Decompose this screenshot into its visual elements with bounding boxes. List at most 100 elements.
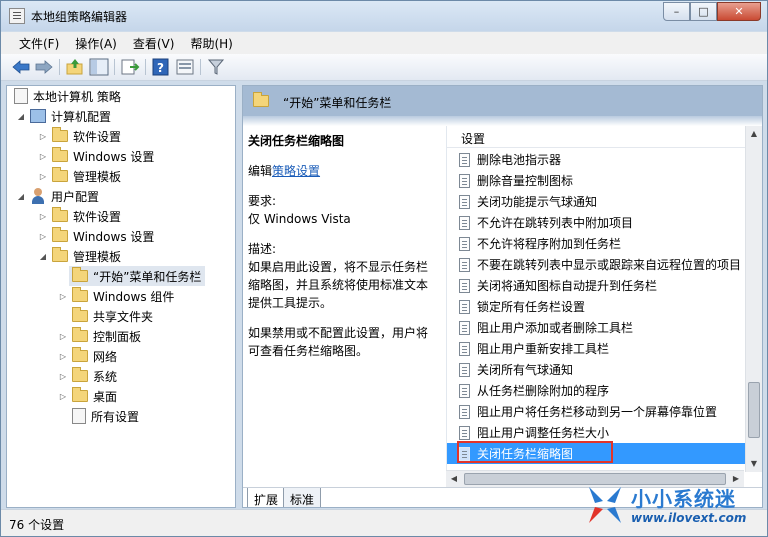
policy-tree[interactable]: 本地计算机 策略 ◢ 计算机配置 ▷ 软件设置 ▷ Windows 设置 ▷ 管…: [6, 85, 236, 508]
requirements: 要求: 仅 Windows Vista: [248, 192, 437, 228]
setting-row[interactable]: 锁定所有任务栏设置: [447, 296, 745, 317]
help-icon[interactable]: ?: [151, 58, 171, 76]
filter-icon[interactable]: [206, 58, 226, 76]
tree-label: 用户配置: [51, 189, 100, 204]
setting-row[interactable]: 阻止用户调整任务栏大小: [447, 422, 745, 443]
setting-row[interactable]: 不要在跳转列表中显示或跟踪来自远程位置的项目: [447, 254, 745, 275]
watermark-title: 小小系统迷: [631, 487, 736, 511]
export-list-icon[interactable]: [120, 58, 140, 76]
folder-icon: [72, 307, 88, 322]
collapse-arrow-icon[interactable]: ◢: [37, 252, 49, 261]
policy-setting-icon: [459, 278, 470, 293]
tab-standard[interactable]: 标准: [283, 488, 322, 507]
description-text-1: 如果启用此设置，将不显示任务栏缩略图，并且系统将使用标准文本提供工具提示。: [248, 260, 429, 310]
tree-item-windows-components[interactable]: ▷ Windows 组件: [57, 286, 174, 306]
setting-row[interactable]: 阻止用户将任务栏移动到另一个屏幕停靠位置: [447, 401, 745, 422]
scroll-left-icon[interactable]: ◀: [446, 471, 462, 487]
tree-item-user-config[interactable]: ◢ 用户配置: [15, 186, 99, 206]
tree-item-user-admin[interactable]: ◢ 管理模板: [37, 246, 121, 266]
scroll-thumb[interactable]: [748, 382, 760, 438]
scroll-down-icon[interactable]: ▼: [746, 456, 762, 472]
expand-arrow-icon[interactable]: ▷: [37, 212, 49, 221]
tree-item-local-computer-policy[interactable]: 本地计算机 策略: [11, 86, 121, 106]
up-folder-icon[interactable]: [65, 58, 85, 76]
tree-label: 本地计算机 策略: [33, 89, 121, 104]
tree-item-system[interactable]: ▷ 系统: [57, 366, 117, 386]
folder-icon: [52, 167, 68, 182]
collapse-arrow-icon[interactable]: ◢: [15, 112, 27, 121]
setting-row[interactable]: 不允许在跳转列表中附加项目: [447, 212, 745, 233]
expand-arrow-icon[interactable]: ▷: [37, 232, 49, 241]
expand-arrow-icon[interactable]: ▷: [57, 352, 69, 361]
expand-arrow-icon[interactable]: ▷: [57, 292, 69, 301]
policy-setting-icon: [459, 236, 470, 251]
watermark: 小小系统迷 www.ilovext.com: [583, 481, 765, 531]
title-bar[interactable]: 本地组策略编辑器 – □ ✕: [1, 1, 767, 31]
folder-icon: [72, 287, 88, 302]
setting-row[interactable]: 关闭所有气球通知: [447, 359, 745, 380]
tree-item-start-taskbar[interactable]: “开始”菜单和任务栏: [69, 266, 206, 286]
header-band: [243, 116, 762, 126]
show-hide-tree-icon[interactable]: [89, 58, 109, 76]
setting-row[interactable]: 从任务栏删除附加的程序: [447, 380, 745, 401]
expand-arrow-icon[interactable]: ▷: [37, 132, 49, 141]
description-panel: 关闭任务栏缩略图 编辑策略设置 要求: 仅 Windows Vista 描述: …: [243, 126, 443, 486]
scroll-up-icon[interactable]: ▲: [746, 126, 762, 142]
policy-setting-icon: [459, 215, 470, 230]
setting-label: 关闭功能提示气球通知: [477, 195, 598, 209]
tree-item-control-panel[interactable]: ▷ 控制面板: [57, 326, 141, 346]
tree-item-desktop[interactable]: ▷ 桌面: [57, 386, 117, 406]
setting-label: 删除电池指示器: [477, 153, 562, 167]
setting-row[interactable]: 删除电池指示器: [447, 149, 745, 170]
menu-help[interactable]: 帮助(H): [182, 32, 240, 54]
expand-arrow-icon[interactable]: ▷: [57, 332, 69, 341]
forward-arrow-icon[interactable]: [34, 58, 54, 76]
tree-item-computer-admin[interactable]: ▷ 管理模板: [37, 166, 121, 186]
setting-row[interactable]: 阻止用户添加或者删除工具栏: [447, 317, 745, 338]
settings-list[interactable]: 设置 删除电池指示器删除音量控制图标关闭功能提示气球通知不允许在跳转列表中附加项…: [446, 126, 762, 472]
tree-item-computer-config[interactable]: ◢ 计算机配置: [15, 106, 111, 126]
menu-action[interactable]: 操作(A): [67, 32, 125, 54]
toolbar: ?: [1, 54, 767, 81]
collapse-arrow-icon[interactable]: ◢: [15, 192, 27, 201]
policy-editor-app-icon: [9, 8, 25, 24]
maximize-button[interactable]: □: [690, 2, 717, 21]
expand-arrow-icon[interactable]: ▷: [57, 392, 69, 401]
setting-row[interactable]: 阻止用户重新安排工具栏: [447, 338, 745, 359]
tree-item-network[interactable]: ▷ 网络: [57, 346, 117, 366]
policy-setting-icon: [459, 383, 470, 398]
menu-view[interactable]: 查看(V): [125, 32, 183, 54]
vertical-scrollbar[interactable]: ▲ ▼: [745, 126, 762, 472]
setting-row[interactable]: 关闭功能提示气球通知: [447, 191, 745, 212]
tree-label: Windows 设置: [73, 149, 155, 164]
close-icon: ✕: [734, 5, 744, 18]
expand-arrow-icon[interactable]: ▷: [57, 372, 69, 381]
edit-policy-link[interactable]: 策略设置: [272, 164, 320, 178]
expand-arrow-icon[interactable]: ▷: [37, 152, 49, 161]
close-button[interactable]: ✕: [717, 2, 761, 21]
setting-label: 不要在跳转列表中显示或跟踪来自远程位置的项目: [477, 258, 742, 272]
tree-item-all-settings[interactable]: 所有设置: [69, 406, 139, 426]
policy-setting-icon: [459, 173, 470, 188]
setting-row[interactable]: 关闭将通知图标自动提升到任务栏: [447, 275, 745, 296]
expand-arrow-icon[interactable]: ▷: [37, 172, 49, 181]
menu-file[interactable]: 文件(F): [11, 32, 67, 54]
tree-item-user-windows[interactable]: ▷ Windows 设置: [37, 226, 154, 246]
setting-row[interactable]: 不允许将程序附加到任务栏: [447, 233, 745, 254]
tree-item-shared-folders[interactable]: 共享文件夹: [69, 306, 153, 326]
minimize-button[interactable]: –: [663, 2, 690, 21]
properties-icon[interactable]: [175, 58, 195, 76]
window-title: 本地组策略编辑器: [31, 10, 128, 24]
tree-item-computer-windows[interactable]: ▷ Windows 设置: [37, 146, 154, 166]
back-arrow-icon[interactable]: [11, 58, 31, 76]
setting-label: 锁定所有任务栏设置: [477, 300, 586, 314]
tree-item-user-software[interactable]: ▷ 软件设置: [37, 206, 121, 226]
edit-prefix: 编辑: [248, 164, 273, 178]
tab-extended[interactable]: 扩展: [247, 488, 286, 507]
setting-row[interactable]: 删除音量控制图标: [447, 170, 745, 191]
tree-item-computer-software[interactable]: ▷ 软件设置: [37, 126, 121, 146]
folder-icon: [72, 347, 88, 362]
column-header-setting[interactable]: 设置: [447, 126, 745, 148]
folder-icon: [72, 327, 88, 342]
maximize-icon: □: [698, 5, 709, 18]
